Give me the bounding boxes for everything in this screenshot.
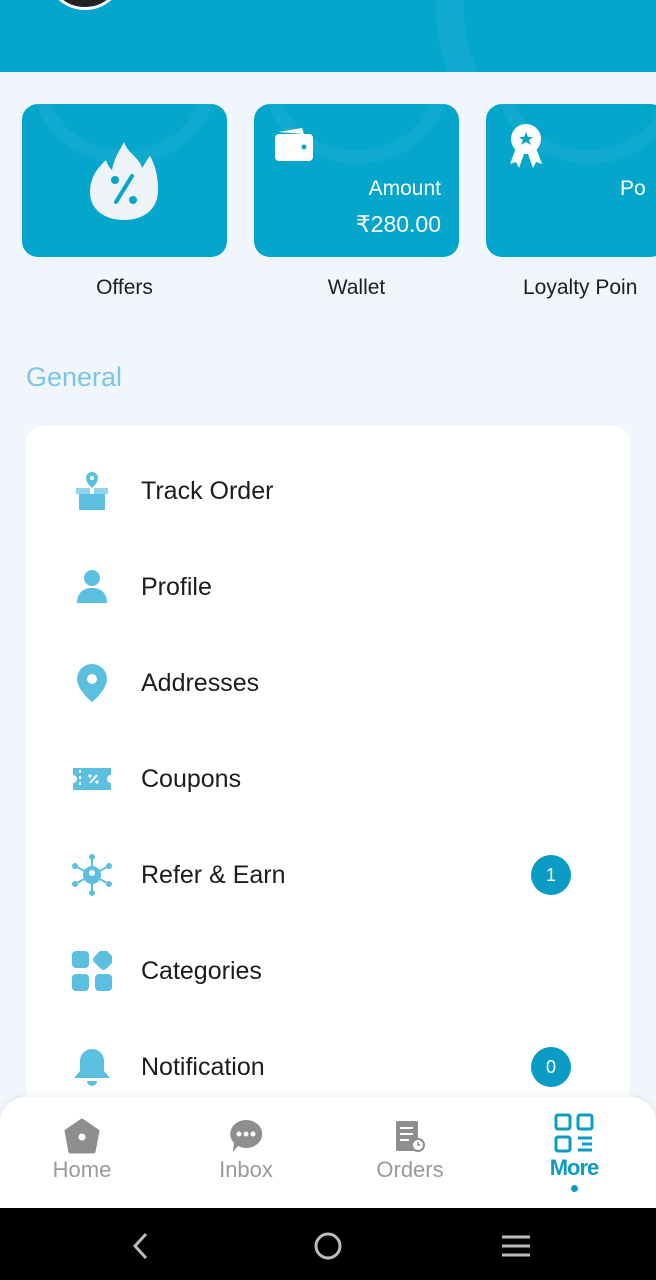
loyalty-label: Loyalty Poin <box>523 276 638 299</box>
menu-item-label: Categories <box>141 956 262 985</box>
tab-label: More <box>549 1155 600 1180</box>
refer-count-badge: 1 <box>531 855 571 895</box>
box-location-icon <box>76 472 108 510</box>
menu-item-label: Coupons <box>141 764 242 793</box>
header-decoration <box>436 0 656 72</box>
menu-item-label: Notification <box>141 1052 265 1081</box>
notification-count-badge: 0 <box>531 1047 571 1087</box>
tab-more[interactable]: More <box>492 1097 656 1208</box>
chat-icon <box>230 1119 263 1152</box>
offers-card[interactable] <box>22 104 227 257</box>
tab-label: Orders <box>376 1157 444 1182</box>
tab-inbox[interactable]: Inbox <box>164 1097 328 1208</box>
offers-label: Offers <box>96 276 153 299</box>
menu-item-label: Track Order <box>141 476 274 505</box>
section-title: General <box>26 362 123 392</box>
wallet-amount-label: Amount <box>368 177 441 200</box>
orders-icon <box>396 1121 425 1152</box>
loyalty-card[interactable]: Po <box>486 104 656 257</box>
menu-item-label: Refer & Earn <box>141 860 286 889</box>
avatar[interactable] <box>45 0 125 10</box>
system-nav-bar <box>0 1208 656 1280</box>
menu-item-addresses[interactable]: Addresses <box>26 635 630 731</box>
menu-item-label: Profile <box>141 572 212 601</box>
wallet-label: Wallet <box>327 276 386 299</box>
tab-orders[interactable]: Orders <box>328 1097 492 1208</box>
home-system-button[interactable] <box>308 1226 348 1266</box>
back-button[interactable] <box>120 1226 160 1266</box>
general-menu: Track Order Profile Addresses Coupons Re… <box>26 426 630 1126</box>
award-badge-icon <box>510 124 542 168</box>
bottom-nav: Home Inbox Orders More <box>0 1097 656 1208</box>
circle-home-icon <box>314 1232 342 1260</box>
wallet-amount-value: ₹280.00 <box>356 211 441 237</box>
loyalty-points-label: Po <box>620 177 646 200</box>
back-icon <box>132 1232 148 1260</box>
network-icon <box>72 854 112 896</box>
person-icon <box>77 570 107 603</box>
tab-label: Inbox <box>219 1157 273 1182</box>
coupon-icon <box>73 768 111 790</box>
menu-item-track-order[interactable]: Track Order <box>26 443 630 539</box>
home-icon <box>64 1118 100 1154</box>
tab-home[interactable]: Home <box>0 1097 164 1208</box>
menu-item-coupons[interactable]: Coupons <box>26 731 630 827</box>
fire-percent-icon <box>90 142 158 220</box>
active-indicator <box>570 1185 578 1192</box>
bell-icon <box>74 1049 110 1086</box>
more-grid-icon <box>554 1113 594 1153</box>
wallet-card[interactable]: Amount ₹280.00 <box>254 104 459 257</box>
header <box>0 0 656 72</box>
grid-icon <box>72 951 112 991</box>
map-pin-icon <box>77 664 107 702</box>
menu-lines-icon <box>502 1235 530 1257</box>
recents-button[interactable] <box>496 1226 536 1266</box>
menu-item-categories[interactable]: Categories <box>26 923 630 1019</box>
menu-item-refer-earn[interactable]: Refer & Earn 1 <box>26 827 630 923</box>
wallet-icon <box>275 128 313 161</box>
quick-cards: Offers Amount ₹280.00 Wallet Po Loyalty … <box>0 104 656 314</box>
menu-item-profile[interactable]: Profile <box>26 539 630 635</box>
menu-item-label: Addresses <box>141 668 260 697</box>
tab-label: Home <box>52 1157 112 1182</box>
